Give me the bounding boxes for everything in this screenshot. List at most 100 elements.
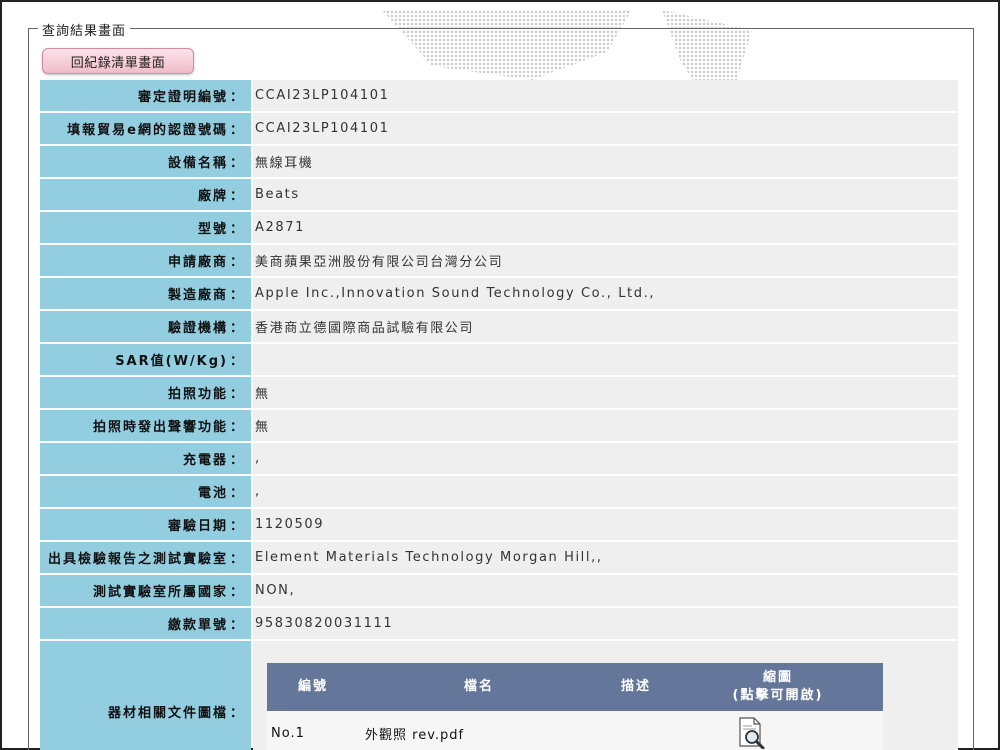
row-label-text: 廠牌 [197, 189, 228, 204]
row-label-text: 審定證明編號 [137, 90, 228, 105]
table-row: 驗證機構：香港商立德國際商品試驗有限公司 [40, 311, 958, 342]
row-label: 充電器： [40, 443, 251, 474]
table-row: 填報貿易e網的認證號碼： CCAI23LP104101 [40, 113, 958, 144]
file-desc [599, 711, 673, 750]
row-value: 無線耳機 [253, 146, 958, 177]
table-row: 拍照時發出聲響功能：無 [40, 410, 958, 441]
table-row: 測試實驗室所屬國家： NON, [40, 575, 958, 606]
row-label: 審定證明編號： [40, 80, 251, 111]
files-row: 器材相關文件圖檔： 編號 檔名 描述 縮圖 (點擊可開啟) No.1 外觀照 r… [40, 641, 958, 750]
row-value [253, 344, 958, 375]
row-value: Element Materials Technology Morgan Hill… [253, 542, 958, 573]
colon: ： [229, 189, 245, 204]
file-name: 外觀照 rev.pdf [365, 727, 465, 743]
table-row: 審定證明編號： CCAI23LP104101 [40, 80, 958, 111]
row-label: 拍照時發出聲響功能： [40, 410, 251, 441]
files-cell: 編號 檔名 描述 縮圖 (點擊可開啟) No.1 外觀照 rev.pdf [253, 641, 958, 750]
row-label-text: 製造廠商 [167, 288, 228, 303]
table-row: 繳款單號： 95830820031111 [40, 608, 958, 639]
row-label-text: 型號 [197, 222, 228, 237]
table-row: 充電器：, [40, 443, 958, 474]
row-label-text: 申請廠商 [167, 255, 228, 270]
table-row: 出具檢驗報告之測試實驗室： Element Materials Technolog… [40, 542, 958, 573]
row-value: 1120509 [253, 509, 958, 540]
result-table: 審定證明編號： CCAI23LP104101 填報貿易e網的認證號碼： CCAI23L… [40, 80, 958, 750]
row-value: 香港商立德國際商品試驗有限公司 [253, 311, 958, 342]
header-thumb-line2: (點擊可開啟) [732, 688, 824, 703]
header-thumb-line1: 縮圖 [762, 670, 793, 685]
colon: ： [229, 552, 245, 567]
row-label-text: 測試實驗室所屬國家 [92, 585, 228, 600]
row-label: 填報貿易e網的認證號碼： [40, 113, 251, 144]
table-row: 廠牌： Beats [40, 179, 958, 210]
colon: ： [229, 354, 245, 369]
row-label-text: 設備名稱 [167, 156, 228, 171]
row-label: 出具檢驗報告之測試實驗室： [40, 542, 251, 573]
row-label: 審驗日期： [40, 509, 251, 540]
row-value: 95830820031111 [253, 608, 958, 639]
row-label: 型號： [40, 212, 251, 243]
row-value: NON, [253, 575, 958, 606]
colon: ： [229, 420, 245, 435]
colon: ： [229, 222, 245, 237]
colon: ： [229, 90, 245, 105]
files-table: 編號 檔名 描述 縮圖 (點擊可開啟) No.1 外觀照 rev.pdf [267, 663, 883, 750]
colon: ： [229, 618, 245, 633]
table-row: 設備名稱：無線耳機 [40, 146, 958, 177]
header-no: 編號 [297, 679, 328, 694]
row-value: CCAI23LP104101 [253, 113, 958, 144]
row-label: 驗證機構： [40, 311, 251, 342]
row-label: 製造廠商： [40, 278, 251, 309]
colon: ： [229, 156, 245, 171]
files-table-header: 編號 檔名 描述 縮圖 (點擊可開啟) [267, 663, 883, 711]
row-label-text: 填報貿易e網的認證號碼 [67, 123, 228, 138]
row-label-text: 出具檢驗報告之測試實驗室 [47, 552, 228, 567]
file-row: No.1 外觀照 rev.pdf [267, 711, 883, 750]
row-label-text: SAR值(W/Kg) [115, 354, 228, 369]
row-value: , [253, 443, 958, 474]
colon: ： [229, 486, 245, 501]
colon: ： [229, 519, 245, 534]
row-value: 無 [253, 410, 958, 441]
colon: ： [229, 585, 245, 600]
file-thumb-cell [673, 711, 883, 750]
row-label: 電池： [40, 476, 251, 507]
table-row: 審驗日期： 1120509 [40, 509, 958, 540]
row-value: Beats [253, 179, 958, 210]
row-value: 無 [253, 377, 958, 408]
row-label: 器材相關文件圖檔： [40, 641, 251, 750]
colon: ： [229, 705, 245, 721]
colon: ： [229, 387, 245, 402]
colon: ： [229, 123, 245, 138]
row-label-text: 繳款單號 [167, 618, 228, 633]
row-label-text: 拍照時發出聲響功能 [92, 420, 228, 435]
table-row: 製造廠商： Apple Inc.,Innovation Sound Technol… [40, 278, 958, 309]
row-label: 繳款單號： [40, 608, 251, 639]
header-desc: 描述 [620, 679, 651, 694]
row-label: 拍照功能： [40, 377, 251, 408]
row-value: CCAI23LP104101 [253, 80, 958, 111]
colon: ： [229, 255, 245, 270]
files-label: 器材相關文件圖檔 [107, 705, 228, 721]
header-thumb: 縮圖 (點擊可開啟) [673, 663, 883, 711]
row-label-text: 驗證機構 [167, 321, 228, 336]
row-value: , [253, 476, 958, 507]
row-label: SAR值(W/Kg)： [40, 344, 251, 375]
colon: ： [229, 288, 245, 303]
row-label: 設備名稱： [40, 146, 251, 177]
fieldset-legend: 查詢結果畫面 [38, 20, 131, 39]
table-row: 型號： A2871 [40, 212, 958, 243]
row-label: 申請廠商： [40, 245, 251, 276]
colon: ： [229, 453, 245, 468]
row-label-text: 審驗日期 [167, 519, 228, 534]
row-value: Apple Inc.,Innovation Sound Technology C… [253, 278, 958, 309]
row-value: A2871 [253, 212, 958, 243]
row-value: 美商蘋果亞洲股份有限公司台灣分公司 [253, 245, 958, 276]
row-label-text: 充電器 [182, 453, 228, 468]
colon: ： [229, 321, 245, 336]
table-row: 電池：, [40, 476, 958, 507]
back-to-list-button[interactable]: 回紀錄清單畫面 [42, 48, 194, 74]
document-magnifier-icon[interactable] [737, 717, 767, 749]
table-row: 申請廠商：美商蘋果亞洲股份有限公司台灣分公司 [40, 245, 958, 276]
header-filename: 檔名 [463, 679, 494, 694]
